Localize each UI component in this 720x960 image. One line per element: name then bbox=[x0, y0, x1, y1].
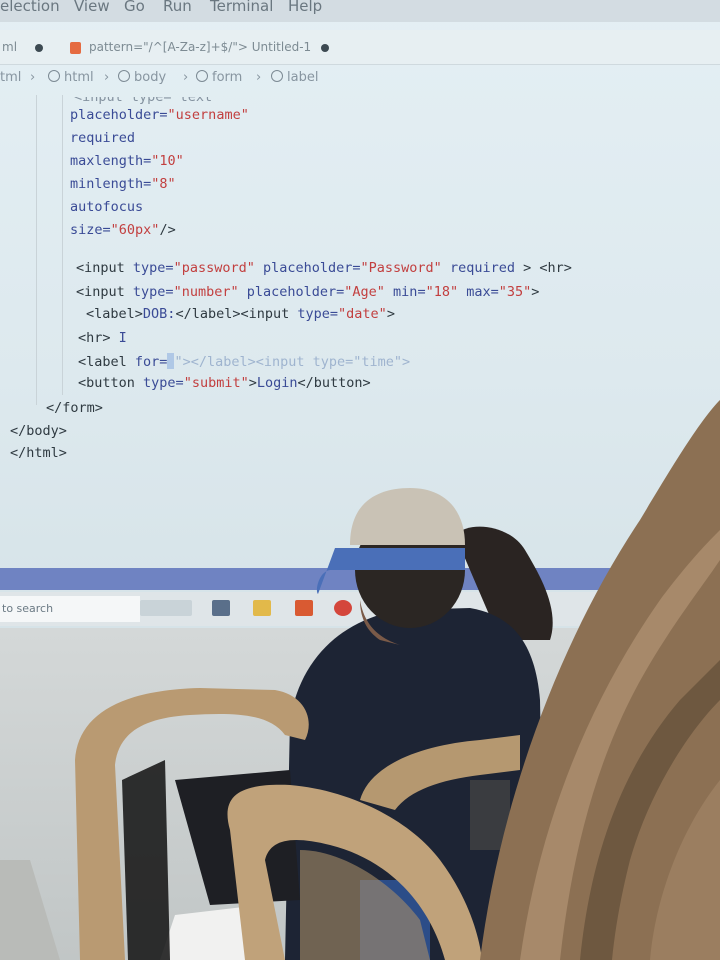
classroom-scene bbox=[0, 400, 720, 960]
